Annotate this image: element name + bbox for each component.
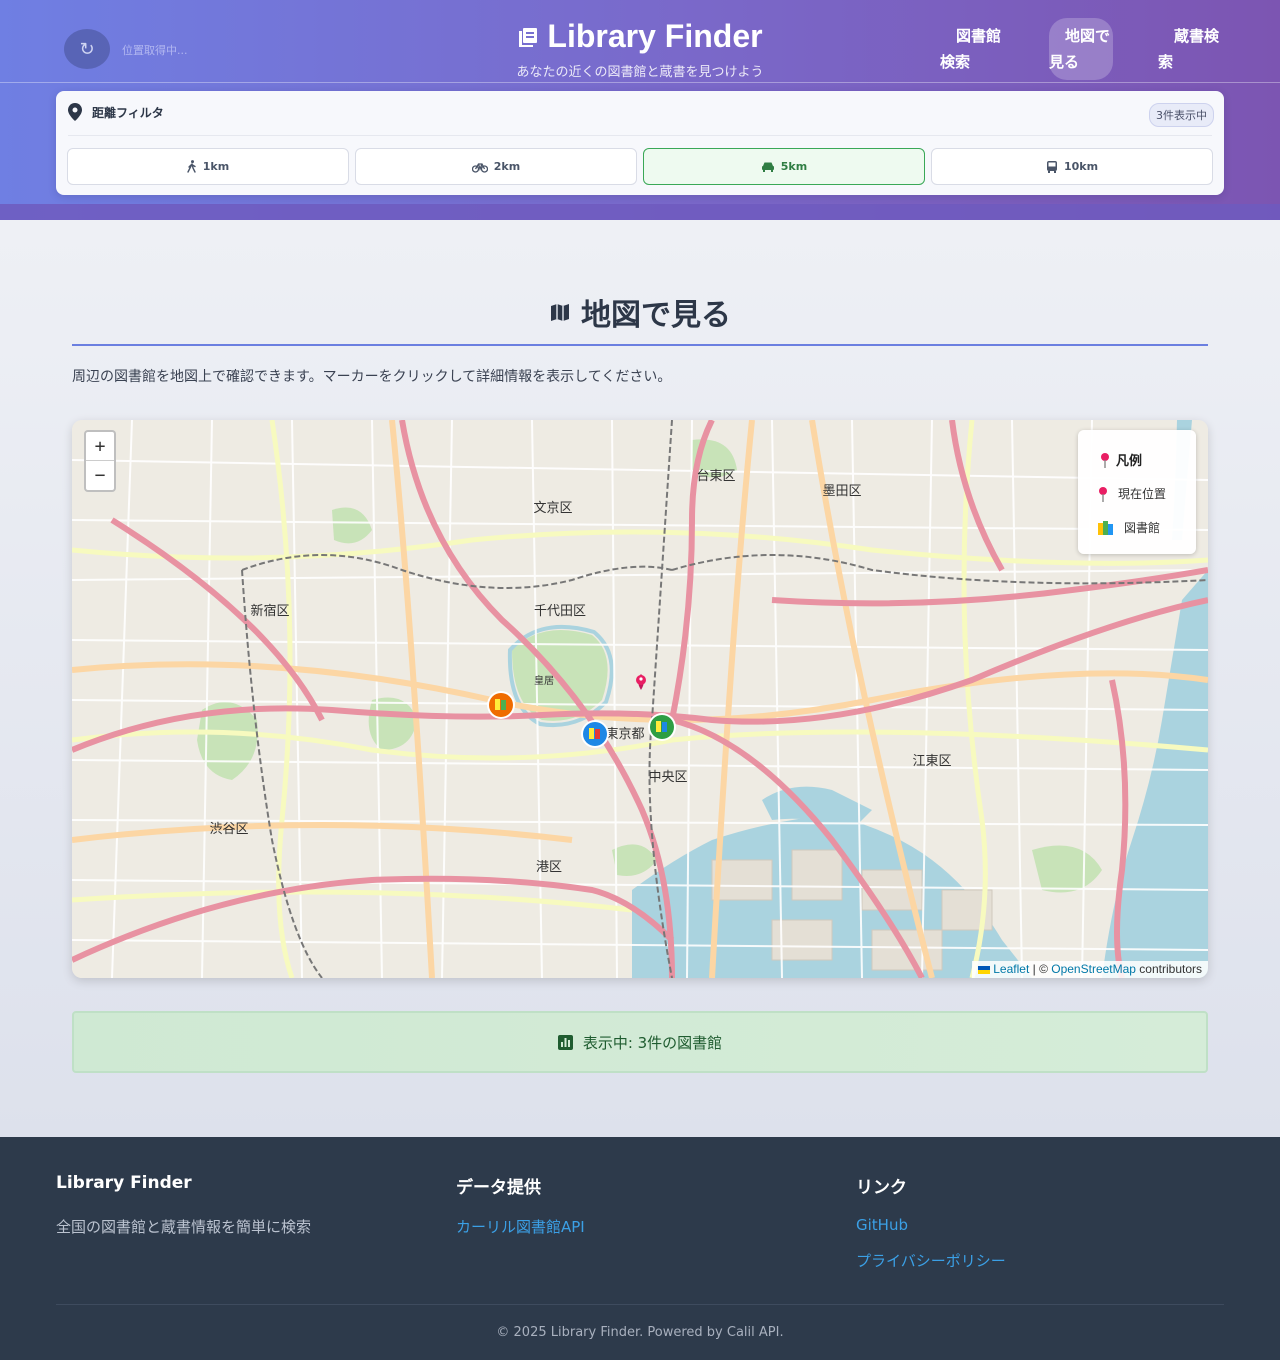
library-count-status: 表示中: 3件の図書館 (72, 1011, 1208, 1073)
library-marker-3[interactable] (648, 713, 676, 741)
app-subtitle: あなたの近くの図書館と蔵書を見つけよう (516, 65, 764, 80)
map-label-minato: 港区 (536, 860, 562, 875)
location-status: 位置取得中... (122, 44, 188, 57)
distance-filter-card: 距離フィルタ 3件表示中 1km 2km 5km 10km (56, 91, 1224, 195)
distance-1km-button[interactable]: 1km (67, 148, 349, 185)
filter-title: 距離フィルタ (92, 105, 164, 120)
refresh-icon: ↻ (79, 38, 95, 60)
map-label-palace: 皇居 (534, 674, 554, 687)
zoom-control: + − (84, 430, 116, 492)
map-label-shinjuku: 新宿区 (250, 603, 289, 619)
attribution-separator: | © (1029, 962, 1052, 976)
title-underline (72, 344, 1208, 346)
bus-icon (1046, 161, 1057, 173)
zoom-in-button[interactable]: + (86, 432, 114, 461)
filter-divider (68, 135, 1212, 136)
legend-title: 凡例 (1116, 454, 1143, 469)
map-label-tokyo: 東京都 (605, 726, 644, 742)
footer: Library Finder 全国の図書館と蔵書情報を簡単に検索 データ提供 カ… (0, 1137, 1280, 1360)
status-text: 表示中: 3件の図書館 (582, 1033, 723, 1052)
distance-5km-button[interactable]: 5km (643, 148, 925, 185)
library-marker-2[interactable] (581, 720, 609, 748)
map-attribution: Leaflet | © OpenStreetMap contributors (971, 961, 1208, 978)
books-icon (1098, 520, 1113, 535)
github-link[interactable]: GitHub (856, 1216, 908, 1234)
map-label-chiyoda: 千代田区 (534, 604, 586, 619)
distance-1km-label: 1km (202, 160, 230, 173)
section-title: 地図で見る (72, 290, 1208, 334)
osm-link[interactable]: OpenStreetMap (1051, 962, 1136, 976)
footer-links-title: リンク (856, 1178, 907, 1198)
header-bottom-band (0, 204, 1280, 220)
footer-data-title: データ提供 (456, 1178, 541, 1198)
map-label-bunkyo: 文京区 (533, 501, 572, 516)
location-pin-icon (68, 103, 82, 121)
distance-2km-button[interactable]: 2km (355, 148, 637, 185)
map-tiles[interactable]: 文京区 台東区 墨田区 千代田区 新宿区 東京都 中央区 江東区 渋谷区 港区 … (72, 420, 1208, 978)
map-legend: 凡例 現在位置 図書館 (1078, 430, 1196, 554)
map-label-koto: 江東区 (912, 753, 951, 769)
zoom-out-button[interactable]: − (86, 461, 114, 490)
car-icon (761, 162, 774, 172)
map-label-taito: 台東区 (696, 468, 735, 484)
map-label-shibuya: 渋谷区 (209, 822, 248, 837)
distance-10km-button[interactable]: 10km (931, 148, 1213, 185)
footer-brand-title: Library Finder (56, 1173, 192, 1193)
refresh-location-button[interactable]: ↻ (64, 29, 110, 69)
nav-library-search-l1[interactable]: 図書館 (956, 23, 1001, 49)
walking-icon (187, 160, 196, 173)
ukraine-flag-icon (977, 965, 990, 974)
nav-book-search-l2[interactable]: 索 (1158, 49, 1173, 75)
nav-map-view-l2[interactable]: 見る (1049, 49, 1079, 75)
nav-map-view-l1[interactable]: 地図で (1065, 23, 1110, 49)
nav-book-search-l1[interactable]: 蔵書検 (1174, 23, 1219, 49)
calil-api-link[interactable]: カーリル図書館API (456, 1216, 585, 1237)
footer-brand-text: 全国の図書館と蔵書情報を簡単に検索 (56, 1218, 312, 1236)
bicycle-icon (471, 162, 488, 173)
section-title-text: 地図で見る (581, 298, 731, 333)
footer-divider (56, 1304, 1224, 1305)
nav-library-search-l2[interactable]: 検索 (940, 49, 970, 75)
privacy-policy-link[interactable]: プライバシーポリシー (856, 1250, 1006, 1271)
map-label-sumida: 墨田区 (822, 484, 861, 499)
distance-10km-label: 10km (1063, 160, 1099, 173)
copyright: © 2025 Library Finder. Powered by Calil … (496, 1325, 784, 1340)
map-label-chuo: 中央区 (648, 770, 687, 785)
header-divider (0, 82, 1280, 83)
pushpin-icon (1101, 452, 1109, 468)
attribution-suffix: contributors (1135, 962, 1202, 976)
leaflet-link[interactable]: Leaflet (993, 962, 1029, 976)
pushpin-icon (1099, 486, 1107, 502)
distance-5km-label: 5km (780, 160, 808, 173)
library-marker-1[interactable] (487, 691, 515, 719)
legend-library: 図書館 (1124, 521, 1161, 535)
library-books-icon (519, 27, 538, 47)
header: ↻ 位置取得中... Library Finder あなたの近くの図書館と蔵書を… (0, 0, 1280, 220)
legend-current-location: 現在位置 (1118, 487, 1167, 501)
section-description: 周辺の図書館を地図上で確認できます。マーカーをクリックして詳細情報を表示してくだ… (72, 369, 672, 385)
map-icon (551, 304, 569, 321)
distance-2km-label: 2km (493, 160, 521, 173)
library-map[interactable]: 文京区 台東区 墨田区 千代田区 新宿区 東京都 中央区 江東区 渋谷区 港区 … (72, 420, 1208, 978)
brand: Library Finder あなたの近くの図書館と蔵書を見つけよう (500, 18, 780, 80)
bar-chart-icon (557, 1034, 573, 1050)
app-title: Library Finder (547, 18, 763, 54)
result-count-badge: 3件表示中 (1149, 103, 1214, 127)
